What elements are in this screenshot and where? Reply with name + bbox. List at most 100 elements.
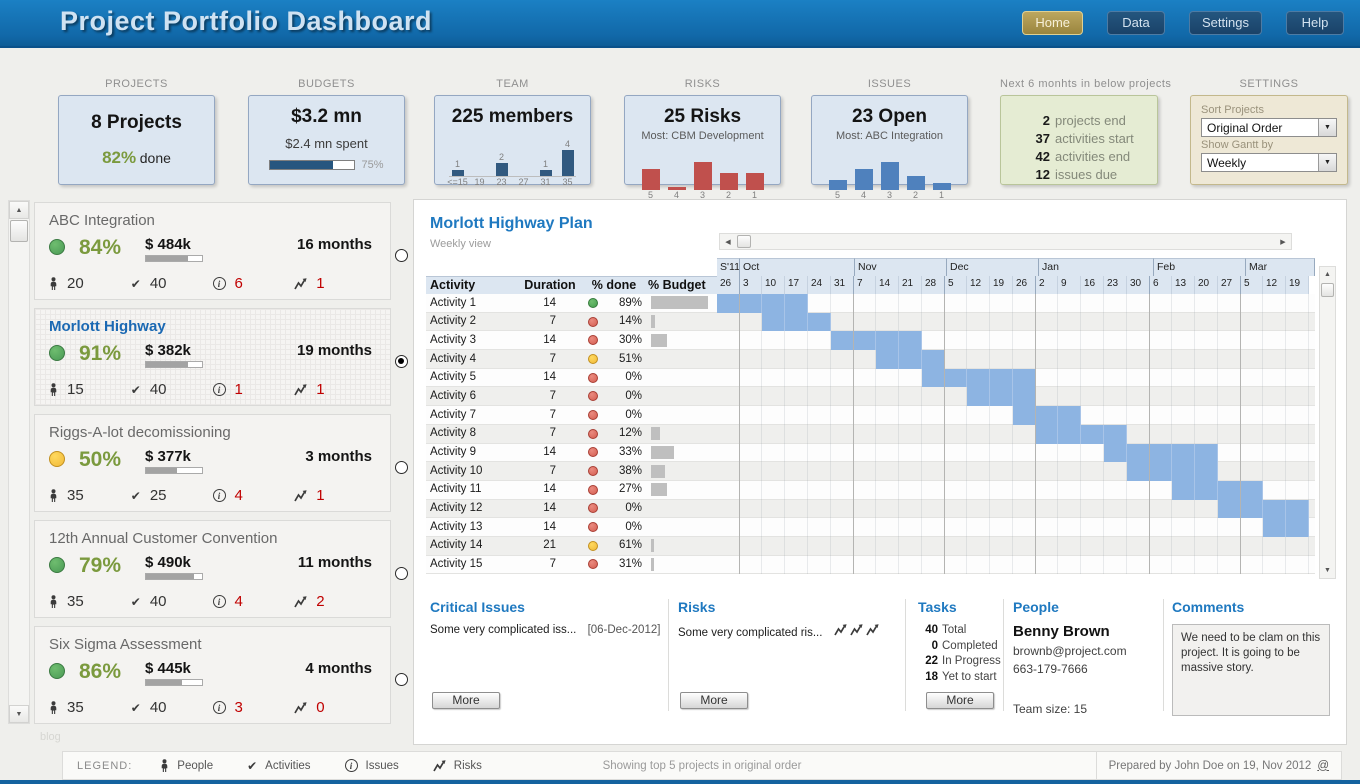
gantt-month-cell: S'11 [717,258,740,276]
check-icon: ✔ [131,595,141,609]
project-budget: $ 484k [145,236,255,253]
nav-home-button[interactable]: Home [1022,11,1083,35]
risk-icon [866,624,879,636]
tasks-more-button[interactable]: More [926,692,994,709]
gantt-cell [990,387,1013,406]
scroll-left-icon[interactable]: ◀ [720,234,736,249]
show-gantt-label: Show Gantt by [1201,139,1337,151]
gantt-cell [1104,331,1127,350]
gantt-cell [785,350,808,369]
gantt-week-cell: 2 [1035,276,1058,294]
gantt-week-cell: 9 [1058,276,1081,294]
scroll-down-icon[interactable]: ▼ [1320,563,1335,578]
gantt-vertical-scrollbar[interactable]: ▲ ▼ [1319,266,1336,579]
at-link[interactable]: @ [1317,760,1329,772]
gantt-cell [808,500,831,519]
bar-category-label: 35 [557,177,579,187]
nav-help-button[interactable]: Help [1286,11,1344,35]
project-list-scrollbar[interactable]: ▲ ▼ [8,200,30,724]
project-card[interactable]: Morlott Highway91%$ 382k19 months15✔40i1… [34,308,391,406]
gantt-cell [1172,500,1195,519]
activity-budget-bar [651,390,713,403]
kpi-settings: SETTINGS Sort Projects Original Order ▼ … [1190,78,1348,185]
scroll-up-icon[interactable]: ▲ [1320,267,1335,282]
gantt-cell [899,331,922,350]
project-stat: 35 [49,487,131,504]
nav-data-button[interactable]: Data [1107,11,1165,35]
project-stat: i3 [213,699,295,716]
chevron-down-icon[interactable]: ▼ [1318,119,1336,136]
project-budget: $ 377k [145,448,255,465]
comment-text[interactable]: We need to be clam on this project. It i… [1172,624,1330,716]
gantt-cell [967,518,990,537]
project-stat: 2 [294,593,376,610]
gantt-week-cell: 20 [1195,276,1218,294]
gantt-cell [1195,462,1218,481]
issues-count: 4 [235,593,243,610]
person-icon [49,383,58,396]
gantt-cell [1240,350,1263,369]
gantt-cell [808,350,831,369]
chevron-down-icon[interactable]: ▼ [1318,154,1336,171]
gantt-cell [1081,369,1104,388]
gantt-cell [853,294,876,313]
status-dot [588,503,598,513]
gantt-cell [1035,462,1058,481]
activity-done-pct: 89% [606,294,648,312]
activity-budget-bar [651,539,713,552]
col-duration: Duration [520,277,580,294]
gantt-cell [739,294,762,313]
legend-items: People✔ActivitiesiIssuesRisks [160,759,482,773]
check-icon: ✔ [247,759,257,773]
budget-progress-label: 75% [361,159,383,171]
project-radio[interactable] [395,567,408,580]
scroll-up-icon[interactable]: ▲ [9,201,29,219]
gantt-cell [1263,425,1286,444]
project-card[interactable]: Six Sigma Assessment86%$ 445k4 months35✔… [34,626,391,724]
gantt-horizontal-scrollbar[interactable]: ◀ ▶ [719,233,1292,250]
gantt-cell [990,369,1013,388]
project-radio[interactable] [395,461,408,474]
risks-more-button[interactable]: More [680,692,748,709]
gantt-cell [1172,462,1195,481]
project-radio[interactable] [395,249,408,262]
gantt-cell [990,462,1013,481]
project-duration: 16 months [255,236,376,253]
gantt-cell [1035,331,1058,350]
gantt-cell [831,481,854,500]
project-card[interactable]: 12th Annual Customer Convention79%$ 490k… [34,520,391,618]
status-dot [588,298,598,308]
scrollbar-thumb[interactable] [1321,283,1334,297]
gantt-cell [876,369,899,388]
gantt-month-cell: Jan [1039,258,1154,276]
activity-budget-bar [651,521,713,534]
gantt-week-cell: 23 [1104,276,1127,294]
activity-duration: 7 [520,556,580,574]
scrollbar-thumb[interactable] [10,220,28,242]
critical-issues-more-button[interactable]: More [432,692,500,709]
project-card[interactable]: Riggs-A-lot decomissioning50%$ 377k3 mon… [34,414,391,512]
status-dot [588,410,598,420]
project-radio[interactable] [395,673,408,686]
gantt-cell [785,444,808,463]
status-dot [588,522,598,532]
gantt-cell [990,500,1013,519]
project-card[interactable]: ABC Integration84%$ 484k16 months20✔40i6… [34,202,391,300]
activity-name: Activity 8 [426,425,520,443]
gantt-cell [739,369,762,388]
show-gantt-select[interactable]: Weekly ▼ [1201,153,1337,172]
scroll-down-icon[interactable]: ▼ [9,705,29,723]
gantt-week-cell: 12 [967,276,990,294]
nav-settings-button[interactable]: Settings [1189,11,1262,35]
gantt-cell [1081,387,1104,406]
project-radio[interactable] [395,355,408,368]
gantt-cell [899,537,922,556]
scrollbar-thumb[interactable] [737,235,751,248]
gantt-cell [967,444,990,463]
gantt-cell [831,369,854,388]
gantt-cell [853,406,876,425]
status-dot [49,239,65,255]
sort-projects-select[interactable]: Original Order ▼ [1201,118,1337,137]
project-duration: 3 months [255,448,376,465]
scroll-right-icon[interactable]: ▶ [1275,234,1291,249]
